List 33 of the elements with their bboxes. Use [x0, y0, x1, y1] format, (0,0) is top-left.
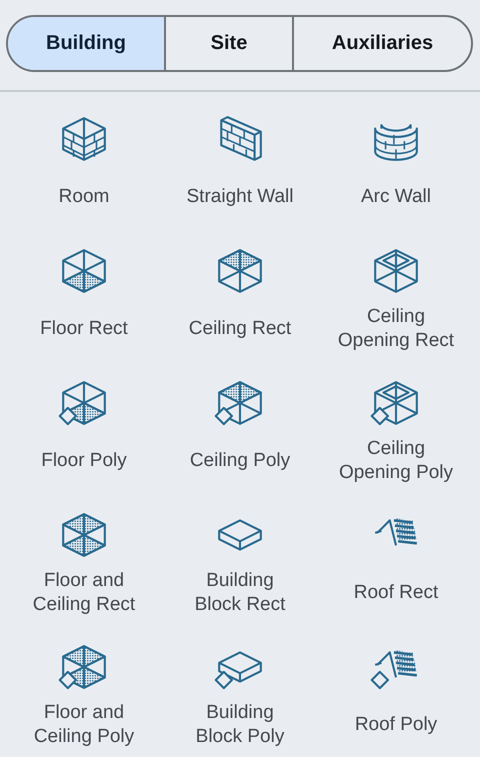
tab[interactable]: Auxiliaries [292, 17, 471, 70]
tool-label: Ceiling Opening Rect [338, 305, 454, 353]
tool-label: Building Block Poly [196, 701, 284, 749]
tool-label: Roof Rect [354, 581, 438, 605]
tool-label: Ceiling Poly [190, 449, 290, 473]
tool-label: Floor Poly [41, 449, 127, 473]
tool-label: Ceiling Rect [188, 317, 292, 341]
tool-item[interactable]: Floor and Ceiling Poly [6, 642, 162, 757]
tool-item[interactable]: Ceiling Opening Poly [318, 378, 474, 494]
tool-item[interactable]: Floor Poly [6, 378, 162, 494]
tool-label: Building Block Rect [194, 569, 286, 617]
tool-label: Floor and Ceiling Poly [34, 701, 134, 749]
tool-item[interactable]: Arc Wall [318, 114, 474, 230]
tool-item[interactable]: Building Block Rect [162, 510, 318, 626]
tool-item[interactable]: Roof Rect [318, 510, 474, 626]
tool-item[interactable]: Building Block Poly [162, 642, 318, 757]
tool-item[interactable]: Room [6, 114, 162, 230]
tool-label: Ceiling Opening Poly [338, 437, 454, 485]
tool-item[interactable]: Straight Wall [162, 114, 318, 230]
tool-label: Arc Wall [360, 185, 432, 209]
tab[interactable]: Building [8, 17, 164, 70]
tool-item[interactable]: Ceiling Poly [162, 378, 318, 494]
tool-item[interactable]: Floor and Ceiling Rect [6, 510, 162, 626]
tool-label: Straight Wall [186, 185, 294, 209]
tool-label: Roof Poly [354, 713, 438, 737]
tool-label: Floor Rect [40, 317, 128, 341]
tool-item[interactable]: Ceiling Opening Rect [318, 246, 474, 362]
tool-item[interactable]: Roof Poly [318, 642, 474, 757]
tool-label: Floor and Ceiling Rect [32, 569, 136, 617]
tab[interactable]: Site [164, 17, 292, 70]
tool-item[interactable]: Ceiling Rect [162, 246, 318, 362]
tool-label: Room [58, 185, 110, 209]
tool-item[interactable]: Floor Rect [6, 246, 162, 362]
